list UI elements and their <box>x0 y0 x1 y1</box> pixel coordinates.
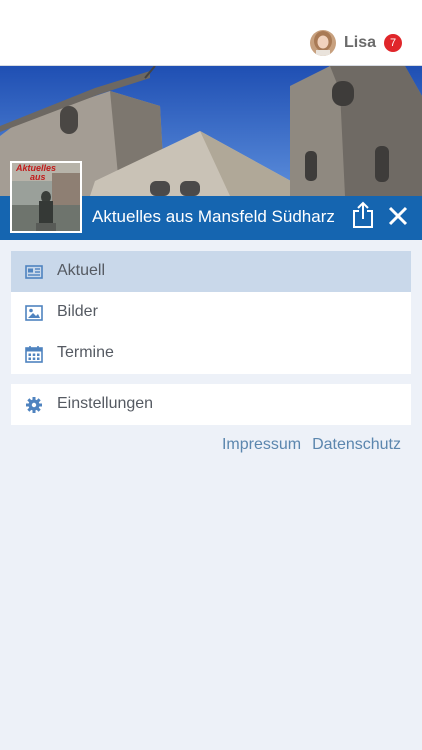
user-menu[interactable]: Lisa 7 <box>309 30 402 56</box>
menu-label-einstellungen: Einstellungen <box>57 395 154 412</box>
notification-badge[interactable]: 7 <box>384 34 402 52</box>
menu-item-termine[interactable]: Termine <box>11 333 411 374</box>
menu-label-aktuell: Aktuell <box>57 262 106 279</box>
site-logo: Aktuelles aus <box>10 161 82 233</box>
newspaper-icon <box>25 263 43 281</box>
primary-menu: Aktuell Bilder Termine <box>11 251 411 374</box>
menu-item-bilder[interactable]: Bilder <box>11 292 411 333</box>
close-icon[interactable] <box>387 205 409 227</box>
datenschutz-link[interactable]: Datenschutz <box>312 436 401 454</box>
svg-text:aus: aus <box>30 172 46 182</box>
page-title: Aktuelles aus Mansfeld Südharz <box>92 207 335 226</box>
calendar-icon <box>25 345 43 363</box>
menu-item-aktuell[interactable]: Aktuell <box>11 251 411 292</box>
menu-label-bilder: Bilder <box>57 303 98 320</box>
impressum-link[interactable]: Impressum <box>222 436 301 454</box>
avatar[interactable] <box>309 30 336 56</box>
footer-links: Impressum Datenschutz <box>222 436 401 454</box>
top-bar: Lisa 7 <box>0 0 422 66</box>
share-icon[interactable] <box>351 201 375 229</box>
secondary-menu: Einstellungen <box>11 384 411 425</box>
gear-icon <box>25 396 43 414</box>
image-icon <box>25 304 43 322</box>
menu-item-einstellungen[interactable]: Einstellungen <box>11 384 411 425</box>
menu-label-termine: Termine <box>57 344 114 361</box>
user-name[interactable]: Lisa <box>344 34 376 52</box>
